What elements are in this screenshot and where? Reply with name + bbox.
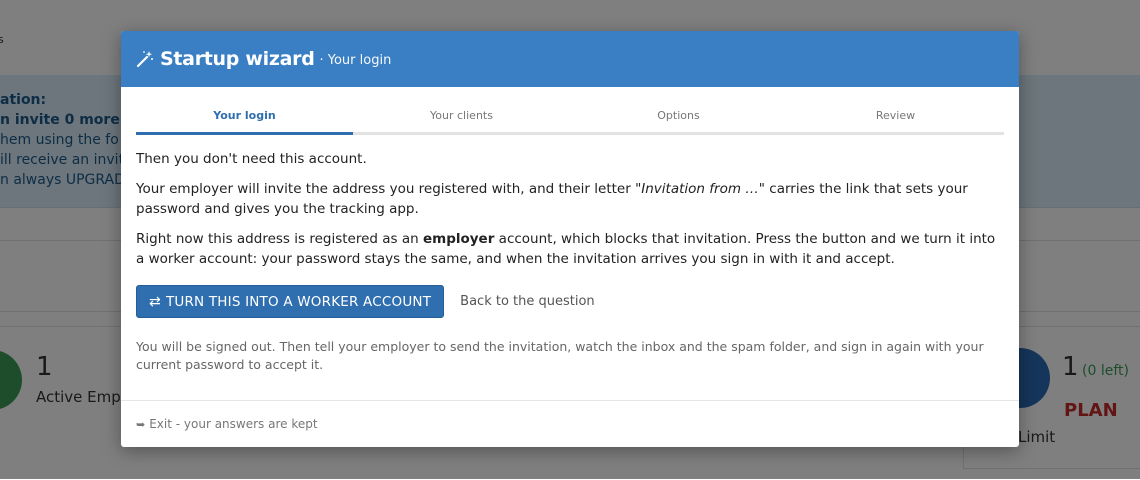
- invitation-paragraph: Your employer will invite the address yo…: [136, 179, 1004, 219]
- modal-subtitle: · Your login: [319, 53, 392, 68]
- sign-out-icon: ➥: [136, 417, 146, 431]
- modal-body: Your login Your clients Options Review T…: [121, 106, 1019, 374]
- back-to-question-link[interactable]: Back to the question: [460, 294, 595, 309]
- signout-note: You will be signed out. Then tell your e…: [136, 339, 984, 372]
- invitation-quote: "Invitation from …": [635, 181, 765, 197]
- tab-your-clients[interactable]: Your clients: [353, 106, 570, 132]
- tab-review[interactable]: Review: [787, 106, 1004, 132]
- action-row: ⇄ TURN THIS INTO A WORKER ACCOUNT Back t…: [136, 285, 1004, 318]
- invitation-text-a: Your employer will invite the address yo…: [136, 181, 636, 197]
- modal-title: Startup wizard: [160, 48, 315, 70]
- turn-into-worker-button[interactable]: ⇄ TURN THIS INTO A WORKER ACCOUNT: [136, 285, 445, 318]
- modal-header: Startup wizard · Your login: [121, 31, 1019, 87]
- exit-link-label: Exit - your answers are kept: [149, 417, 318, 431]
- employer-paragraph: Right now this address is registered as …: [136, 229, 1004, 269]
- employer-strong: employer: [422, 231, 495, 247]
- turn-into-worker-label: TURN THIS INTO A WORKER ACCOUNT: [165, 293, 432, 310]
- employer-text-a: Right now this address is registered as …: [136, 231, 423, 247]
- tab-your-login[interactable]: Your login: [136, 106, 353, 135]
- exit-link[interactable]: ➥ Exit - your answers are kept: [136, 417, 318, 431]
- step-heading: Then you don't need this account.: [136, 151, 367, 167]
- wizard-steps: Your login Your clients Options Review: [136, 106, 1004, 135]
- exchange-icon: ⇄: [149, 293, 161, 310]
- tab-options[interactable]: Options: [570, 106, 787, 132]
- magic-wand-icon: [136, 51, 153, 68]
- startup-wizard-modal: Startup wizard · Your login Your login Y…: [121, 31, 1019, 447]
- modal-footer: ➥ Exit - your answers are kept: [121, 400, 1019, 447]
